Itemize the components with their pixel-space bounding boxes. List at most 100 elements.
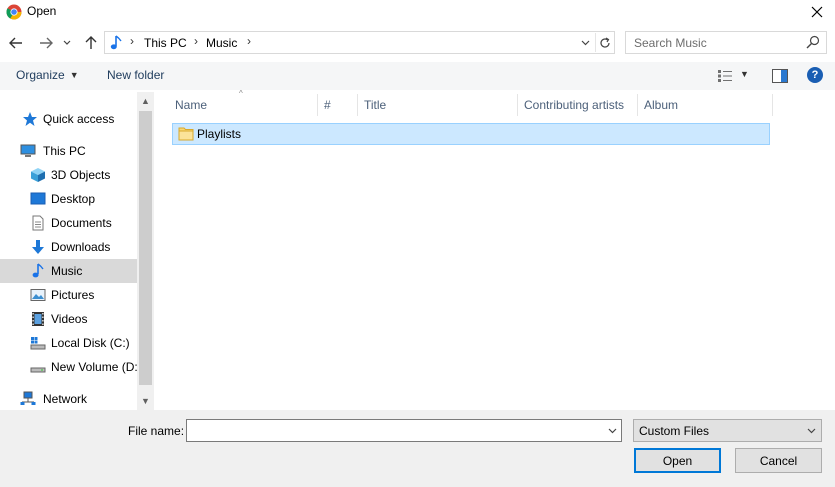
network-icon — [20, 391, 36, 405]
scroll-thumb[interactable] — [139, 111, 152, 385]
nav-item-network[interactable]: Network — [0, 387, 137, 411]
folder-icon — [178, 127, 194, 141]
drive-icon — [30, 367, 46, 373]
document-icon — [32, 215, 44, 231]
open-button[interactable]: Open — [634, 448, 721, 473]
preview-pane-icon[interactable] — [772, 69, 788, 83]
close-icon — [811, 6, 823, 18]
nav-item-label: Quick access — [43, 112, 115, 126]
nav-item-label: Local Disk (C:) — [51, 336, 130, 350]
title-bar: Open — [0, 0, 835, 24]
arrow-left-icon — [9, 37, 22, 49]
nav-item-music[interactable]: Music — [0, 259, 137, 283]
file-name-label: File name: — [128, 424, 185, 438]
refresh-icon — [599, 36, 610, 48]
sort-ascending-icon: ^ — [239, 89, 243, 98]
file-name-field[interactable] — [186, 419, 622, 442]
chrome-icon — [6, 4, 22, 20]
drive-icon — [30, 337, 46, 350]
nav-item-local-disk-c[interactable]: Local Disk (C:) — [0, 331, 137, 355]
arrow-up-icon — [85, 36, 97, 49]
picture-icon — [30, 289, 46, 301]
film-icon — [32, 312, 44, 326]
file-list: Name ^ # Title Contributing artists Albu… — [157, 89, 835, 410]
column-header-title[interactable]: Title — [364, 98, 386, 120]
desktop-icon — [30, 192, 46, 205]
file-type-select[interactable]: Custom Files — [633, 419, 822, 442]
address-dropdown[interactable] — [577, 33, 593, 52]
bottom-panel: File name: Custom Files Open Cancel — [0, 410, 835, 487]
nav-item-videos[interactable]: Videos — [0, 307, 137, 331]
chevron-down-icon — [63, 40, 71, 45]
breadcrumb-this-pc[interactable]: This PC — [144, 36, 187, 50]
refresh-button[interactable] — [595, 33, 613, 52]
nav-item-quick-access[interactable]: Quick access — [0, 107, 137, 131]
file-name: Playlists — [197, 127, 242, 141]
table-row[interactable]: Playlists — [172, 123, 770, 145]
column-divider[interactable] — [317, 94, 318, 116]
caret-down-icon: ▼ — [69, 70, 79, 80]
nav-item-new-volume-d[interactable]: New Volume (D: — [0, 355, 138, 379]
file-type-value: Custom Files — [639, 424, 710, 438]
file-type-dropdown[interactable] — [804, 422, 818, 439]
back-button[interactable] — [6, 32, 26, 54]
close-button[interactable] — [807, 2, 827, 22]
star-icon — [23, 112, 37, 126]
window-title: Open — [27, 4, 57, 18]
chevron-down-icon — [807, 428, 815, 433]
column-header-name[interactable]: Name — [175, 98, 207, 120]
scroll-down-icon[interactable]: ▼ — [141, 396, 150, 406]
column-divider[interactable] — [357, 94, 358, 116]
search-icon — [806, 35, 820, 49]
nav-item-desktop[interactable]: Desktop — [0, 187, 137, 211]
nav-item-label: Music — [51, 264, 83, 278]
nav-item-label: 3D Objects — [51, 168, 111, 182]
help-icon[interactable]: ? — [807, 67, 823, 83]
breadcrumb-separator: › — [130, 34, 134, 48]
organize-button[interactable]: Organize ▼ — [16, 68, 79, 82]
music-icon — [110, 35, 122, 50]
computer-icon — [20, 144, 36, 157]
organize-label: Organize — [16, 68, 65, 82]
address-bar[interactable]: › This PC › Music › — [104, 31, 615, 54]
nav-item-downloads[interactable]: Downloads — [0, 235, 137, 259]
file-name-dropdown[interactable] — [605, 422, 619, 439]
breadcrumb-music[interactable]: Music — [206, 36, 237, 50]
download-icon — [32, 240, 44, 254]
arrow-right-icon — [40, 37, 53, 49]
column-header-contributing-artists[interactable]: Contributing artists — [524, 98, 624, 120]
nav-item-pictures[interactable]: Pictures — [0, 283, 137, 307]
column-divider[interactable] — [517, 94, 518, 116]
up-button[interactable] — [81, 32, 101, 54]
cancel-button[interactable]: Cancel — [735, 448, 822, 473]
column-header-number[interactable]: # — [324, 98, 331, 120]
nav-item-documents[interactable]: Documents — [0, 211, 137, 235]
new-folder-button[interactable]: New folder — [107, 68, 164, 82]
cube-icon — [31, 168, 45, 182]
nav-item-label: Documents — [51, 216, 112, 230]
view-options-icon[interactable] — [717, 69, 735, 83]
nav-item-label: Downloads — [51, 240, 111, 254]
nav-item-label: Desktop — [51, 192, 96, 206]
breadcrumb-separator: › — [194, 34, 198, 48]
nav-scrollbar[interactable]: ▲ ▼ — [137, 92, 154, 410]
address-row: › This PC › Music › Search Music — [0, 28, 835, 58]
forward-button[interactable] — [36, 32, 56, 54]
breadcrumb-separator: › — [247, 34, 251, 48]
column-header-album[interactable]: Album — [644, 98, 678, 120]
nav-item-label: Network — [43, 392, 88, 406]
nav-item-label: This PC — [43, 144, 86, 158]
navigation-pane: Quick access This PC 3D Objects Desktop … — [0, 92, 155, 410]
caret-down-icon[interactable]: ▼ — [740, 69, 749, 79]
nav-item-this-pc[interactable]: This PC — [0, 139, 137, 163]
column-divider[interactable] — [772, 94, 773, 116]
scroll-up-icon[interactable]: ▲ — [141, 96, 150, 106]
nav-item-3d-objects[interactable]: 3D Objects — [0, 163, 137, 187]
nav-item-label: New Volume (D: — [51, 360, 138, 374]
column-divider[interactable] — [637, 94, 638, 116]
search-input[interactable]: Search Music — [634, 36, 707, 50]
chevron-down-icon — [581, 40, 589, 45]
chevron-down-icon — [608, 428, 616, 433]
search-box[interactable]: Search Music — [625, 31, 827, 54]
recent-locations-button[interactable] — [60, 32, 74, 54]
